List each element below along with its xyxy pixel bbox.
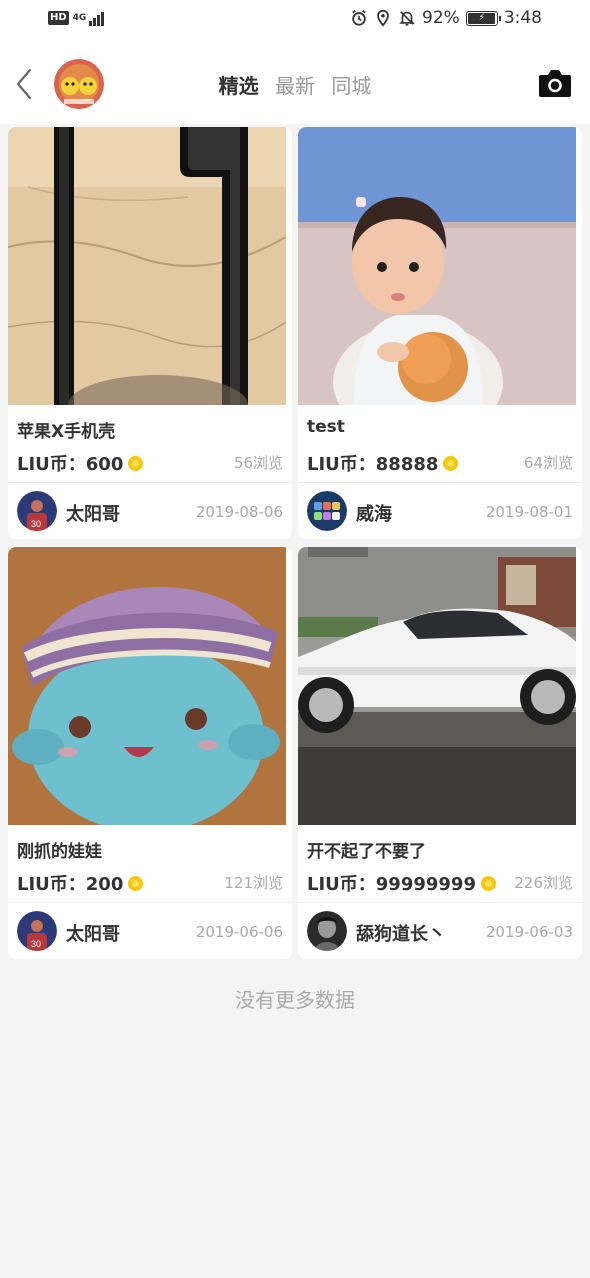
post-image xyxy=(8,547,286,825)
post-date: 2019-08-01 xyxy=(485,503,573,521)
view-count: 121浏览 xyxy=(224,874,283,892)
signal-icon xyxy=(88,10,104,26)
author-name[interactable]: 太阳哥 xyxy=(66,500,120,526)
mute-bell-icon xyxy=(399,11,415,26)
post-card[interactable]: 开不起了不要了 LIU币：99999999 226浏览 舔狗道长丶 2019-0… xyxy=(298,547,582,959)
battery-percent: 92% xyxy=(422,8,460,28)
author-name[interactable]: 舔狗道长丶 xyxy=(356,920,446,946)
location-icon xyxy=(377,9,389,27)
coin-icon xyxy=(443,455,459,471)
network-type: 4G xyxy=(72,12,87,23)
tab-latest[interactable]: 最新 xyxy=(275,70,315,99)
svg-text:30: 30 xyxy=(31,519,41,529)
post-price: LIU币：200 xyxy=(17,870,144,896)
status-bar: HD 4G 92% ⚡ 3:48 xyxy=(0,0,590,44)
price-text: LIU币：99999999 xyxy=(307,874,476,895)
post-title: 开不起了不要了 xyxy=(307,842,426,862)
post-date: 2019-06-06 xyxy=(195,923,283,941)
coin-icon xyxy=(128,875,144,891)
post-date: 2019-06-03 xyxy=(485,923,573,941)
top-nav-bar: 精选 最新 同城 xyxy=(0,44,590,124)
coin-icon xyxy=(480,875,496,891)
post-title: test xyxy=(307,417,345,437)
author-name[interactable]: 威海 xyxy=(356,500,392,526)
no-more-data-text: 没有更多数据 xyxy=(235,988,355,1012)
post-image xyxy=(298,547,576,825)
post-price: LIU币：99999999 xyxy=(307,870,496,896)
post-card[interactable]: 刚抓的娃娃 LIU币：200 121浏览 30 太阳哥 2019-06-06 xyxy=(8,547,292,959)
coin-icon xyxy=(128,455,144,471)
author-avatar[interactable] xyxy=(307,911,347,951)
divider xyxy=(298,482,582,483)
divider xyxy=(298,902,582,903)
author-name[interactable]: 太阳哥 xyxy=(66,920,120,946)
status-right: 92% ⚡ 3:48 xyxy=(350,8,542,28)
feed-tabs: 精选 最新 同城 xyxy=(0,70,590,99)
view-count: 64浏览 xyxy=(523,454,573,472)
post-price: LIU币：600 xyxy=(17,450,144,476)
price-text: LIU币：600 xyxy=(17,454,124,475)
clock: 3:48 xyxy=(503,8,542,28)
battery-icon: ⚡ xyxy=(465,10,501,26)
author-avatar[interactable] xyxy=(307,491,347,531)
svg-text:30: 30 xyxy=(31,939,41,949)
post-title: 苹果X手机壳 xyxy=(17,422,116,442)
camera-icon[interactable] xyxy=(538,68,572,98)
author-avatar[interactable]: 30 xyxy=(17,911,57,951)
price-text: LIU币：200 xyxy=(17,874,124,895)
post-price: LIU币：88888 xyxy=(307,450,459,476)
status-left: HD 4G xyxy=(48,10,104,26)
post-card[interactable]: 苹果X手机壳 LIU币：600 56浏览 30 太阳哥 2019-08-06 xyxy=(8,127,292,539)
author-avatar[interactable]: 30 xyxy=(17,491,57,531)
price-text: LIU币：88888 xyxy=(307,454,439,475)
tab-nearby[interactable]: 同城 xyxy=(331,70,371,99)
post-image xyxy=(298,127,576,405)
post-date: 2019-08-06 xyxy=(195,503,283,521)
divider xyxy=(8,482,292,483)
post-card[interactable]: test LIU币：88888 64浏览 威海 2019-08-01 xyxy=(298,127,582,539)
hd-indicator: HD xyxy=(48,11,69,25)
divider xyxy=(8,902,292,903)
view-count: 226浏览 xyxy=(514,874,573,892)
post-image xyxy=(8,127,286,405)
view-count: 56浏览 xyxy=(233,454,283,472)
post-title: 刚抓的娃娃 xyxy=(17,842,102,862)
tab-featured[interactable]: 精选 xyxy=(219,70,259,99)
alarm-icon xyxy=(352,10,366,26)
